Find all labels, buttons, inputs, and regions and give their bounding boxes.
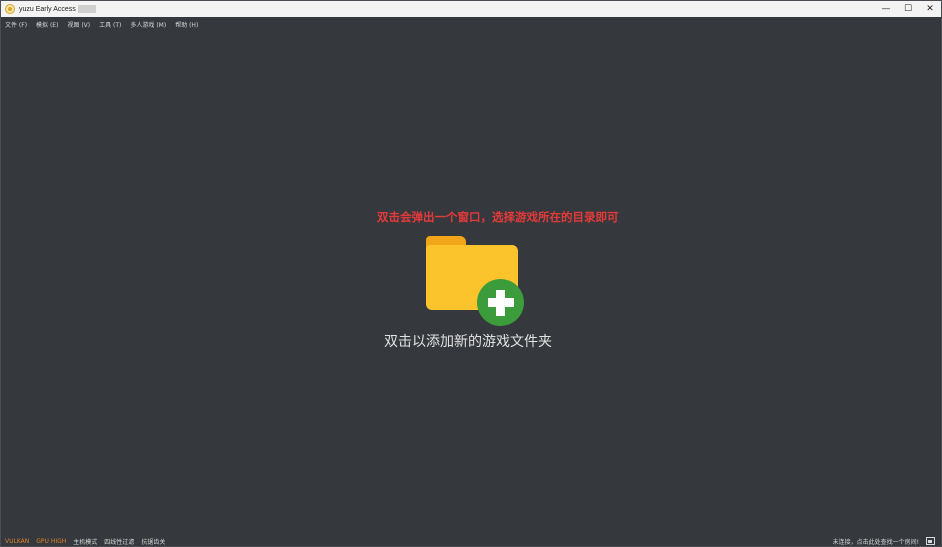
status-renderer[interactable]: VULKAN xyxy=(5,538,29,545)
yuzu-logo-icon xyxy=(5,4,15,14)
close-button[interactable]: ✕ xyxy=(919,1,941,17)
instruction-annotation: 双击会弹出一个窗口，选择游戏所在的目录即可 xyxy=(377,210,619,224)
title-bar[interactable]: yuzu Early Access — ☐ ✕ xyxy=(1,1,941,17)
maximize-button[interactable]: ☐ xyxy=(897,1,919,17)
status-antialiasing[interactable]: 抗锯齿关 xyxy=(141,537,165,546)
menu-tools[interactable]: 工具 (T) xyxy=(99,20,121,29)
menu-multiplayer[interactable]: 多人游戏 (M) xyxy=(130,20,166,29)
status-bar: VULKAN GPU HIGH 主机模式 四线性过滤 抗锯齿关 未连接，点击此处… xyxy=(1,536,941,547)
minimize-button[interactable]: — xyxy=(875,1,897,17)
menu-emulation[interactable]: 模拟 (E) xyxy=(36,20,58,29)
menu-view[interactable]: 视图 (V) xyxy=(67,20,90,29)
app-window: yuzu Early Access — ☐ ✕ 文件 (F) 模拟 (E) 视图… xyxy=(0,0,942,547)
add-folder-area[interactable] xyxy=(425,236,525,326)
plus-circle-icon xyxy=(477,279,524,326)
window-controls: — ☐ ✕ xyxy=(875,1,941,17)
status-dock-mode[interactable]: 主机模式 xyxy=(73,537,97,546)
menu-help[interactable]: 帮助 (H) xyxy=(175,20,198,29)
network-room-icon[interactable] xyxy=(926,537,935,545)
status-filter[interactable]: 四线性过滤 xyxy=(104,537,134,546)
game-list-area[interactable]: 双击会弹出一个窗口，选择游戏所在的目录即可 双击以添加新的游戏文件夹 xyxy=(1,31,941,535)
menu-bar: 文件 (F) 模拟 (E) 视图 (V) 工具 (T) 多人游戏 (M) 帮助 … xyxy=(1,17,941,31)
window-title: yuzu Early Access xyxy=(19,5,76,13)
menu-file[interactable]: 文件 (F) xyxy=(5,20,27,29)
status-gpu-accuracy[interactable]: GPU HIGH xyxy=(36,538,66,545)
multiplayer-status[interactable]: 未连接，点击此处查找一个房间! xyxy=(833,536,919,547)
version-redacted xyxy=(77,5,96,13)
add-folder-label[interactable]: 双击以添加新的游戏文件夹 xyxy=(384,331,552,351)
